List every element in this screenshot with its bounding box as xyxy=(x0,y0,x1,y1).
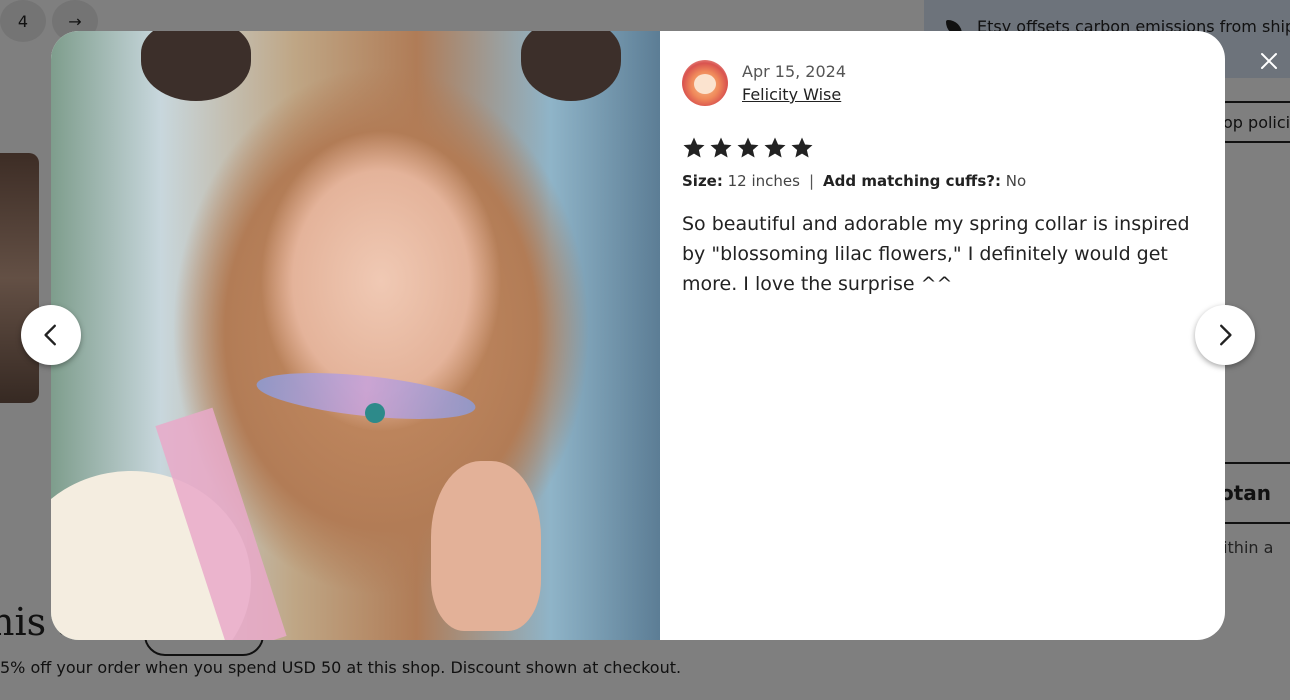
reviewer-avatar xyxy=(682,60,728,106)
star-icon xyxy=(736,136,760,160)
variation-value: 12 inches xyxy=(727,172,800,190)
close-icon xyxy=(1261,53,1277,69)
close-modal-button[interactable] xyxy=(1254,46,1284,76)
variation-label: Size: xyxy=(682,172,723,190)
star-icon xyxy=(790,136,814,160)
star-icon xyxy=(763,136,787,160)
chevron-right-icon xyxy=(1220,324,1232,346)
review-text: So beautiful and adorable my spring coll… xyxy=(682,213,1190,295)
review-date: Apr 15, 2024 xyxy=(742,62,847,81)
next-review-button[interactable] xyxy=(1195,305,1255,365)
variation-separator: | xyxy=(808,172,815,190)
reviewer-name-link[interactable]: Felicity Wise xyxy=(742,85,841,104)
review-photo-modal: Apr 15, 2024 Felicity Wise Size: 12 inch… xyxy=(51,31,1225,640)
previous-review-button[interactable] xyxy=(21,305,81,365)
star-rating xyxy=(682,136,814,160)
chevron-left-icon xyxy=(44,324,56,346)
review-variations: Size: 12 inches | Add matching cuffs?: N… xyxy=(682,172,1026,190)
star-icon xyxy=(709,136,733,160)
variation-label: Add matching cuffs?: xyxy=(823,172,1001,190)
review-photo xyxy=(51,31,660,640)
review-panel: Apr 15, 2024 Felicity Wise Size: 12 inch… xyxy=(682,31,1225,640)
variation-value: No xyxy=(1005,172,1027,190)
star-icon xyxy=(682,136,706,160)
